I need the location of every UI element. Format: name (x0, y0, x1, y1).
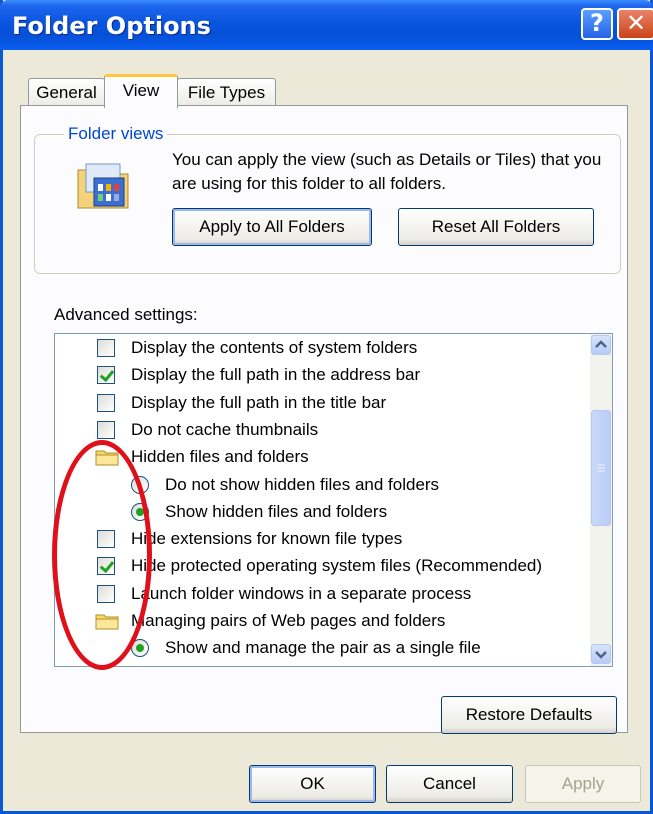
folder-view-icon (77, 163, 129, 209)
list-item-label: Display the full path in the title bar (131, 392, 387, 412)
folder-icon (95, 614, 119, 630)
apply-button[interactable]: Apply (525, 765, 641, 803)
ok-button[interactable]: OK (249, 765, 376, 803)
advanced-settings-label: Advanced settings: (54, 305, 198, 324)
cancel-button[interactable]: Cancel (386, 765, 513, 803)
restore-defaults-button[interactable]: Restore Defaults (441, 696, 617, 734)
list-item-label: Launch folder windows in a separate proc… (131, 583, 472, 603)
window-title: Folder Options (12, 12, 211, 40)
checkbox[interactable] (97, 557, 115, 576)
list-item-label: Hidden files and folders (131, 447, 309, 467)
checkbox[interactable] (97, 339, 115, 357)
checkbox[interactable] (97, 393, 115, 412)
list-item-label: Show and manage the pair as a single fil… (165, 638, 481, 658)
scroll-thumb[interactable] (591, 410, 611, 526)
title-bar[interactable]: Folder Options ? ✕ (0, 0, 653, 50)
apply-to-all-folders-button[interactable]: Apply to All Folders (172, 208, 372, 246)
reset-all-folders-button[interactable]: Reset All Folders (398, 208, 594, 246)
checkbox[interactable] (97, 530, 115, 549)
list-item-label: Show hidden files and folders (165, 501, 388, 521)
tab-file-types[interactable]: File Types (177, 78, 276, 106)
help-button[interactable]: ? (581, 8, 613, 40)
list-item-label: Display the full path in the address bar (131, 365, 421, 385)
chevron-down-icon (595, 651, 607, 659)
folder-views-description: You can apply the view (such as Details … (172, 150, 602, 193)
checkbox[interactable] (97, 584, 115, 603)
scroll-down-button[interactable] (591, 644, 611, 664)
checkbox[interactable] (97, 420, 115, 439)
scroll-up-button[interactable] (591, 335, 611, 355)
advanced-settings-list[interactable]: Display the contents of system folders Di… (54, 333, 613, 667)
list-item-label: Do not cache thumbnails (131, 419, 319, 439)
radio-button[interactable] (131, 502, 149, 521)
tab-view[interactable]: View (104, 74, 178, 108)
list-item-label: Display the contents of system folders (131, 338, 418, 357)
list-item-label: Do not show hidden files and folders (165, 474, 440, 494)
tab-general[interactable]: General (28, 78, 105, 106)
checkbox[interactable] (97, 366, 115, 385)
chevron-up-icon (595, 340, 607, 348)
list-item-label: Managing pairs of Web pages and folders (131, 611, 446, 630)
grip-icon (597, 464, 605, 472)
folder-icon (95, 450, 119, 466)
vertical-scrollbar[interactable] (590, 334, 612, 666)
list-item-label: Hide extensions for known file types (131, 529, 403, 549)
list-item-label: Hide protected operating system files (R… (131, 556, 543, 576)
radio-button[interactable] (131, 475, 149, 494)
radio-button[interactable] (131, 639, 149, 658)
folder-views-title: Folder views (64, 124, 168, 144)
close-button[interactable]: ✕ (617, 8, 653, 40)
